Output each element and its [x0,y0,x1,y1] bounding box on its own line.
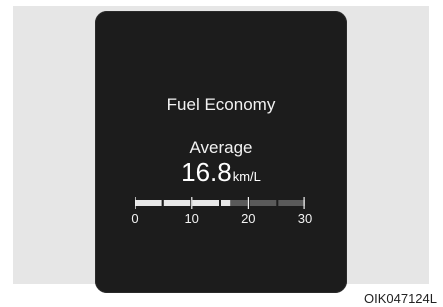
figure-code: OIK047124L [363,291,437,306]
gauge-separator [161,200,164,206]
fuel-economy-readout: 16.8km/L [95,157,347,188]
gauge-tick [303,197,305,209]
scale-label-10: 10 [184,211,199,226]
fuel-economy-gauge: 0 10 20 30 [131,195,312,226]
gauge-segment [163,200,191,206]
cluster-display: Fuel Economy Average 16.8km/L 0 10 20 30 [95,11,347,293]
gauge-segment [135,200,162,206]
gauge-tick [134,197,136,209]
gauge-tick [247,197,249,209]
fuel-economy-unit: km/L [232,169,261,184]
scale-label-0: 0 [131,211,139,226]
scale-label-30: 30 [297,211,313,226]
gauge-separator [276,200,279,206]
scale-label-20: 20 [241,211,256,226]
gauge-segment [192,200,219,206]
fuel-economy-value: 16.8 [181,157,232,187]
gauge-separator [219,200,221,206]
mode-label: Average [189,138,253,157]
gauge-tick [191,197,193,209]
screen-title: Fuel Economy [166,95,276,114]
gauge-segment [221,200,231,206]
gauge-bar [134,197,305,209]
